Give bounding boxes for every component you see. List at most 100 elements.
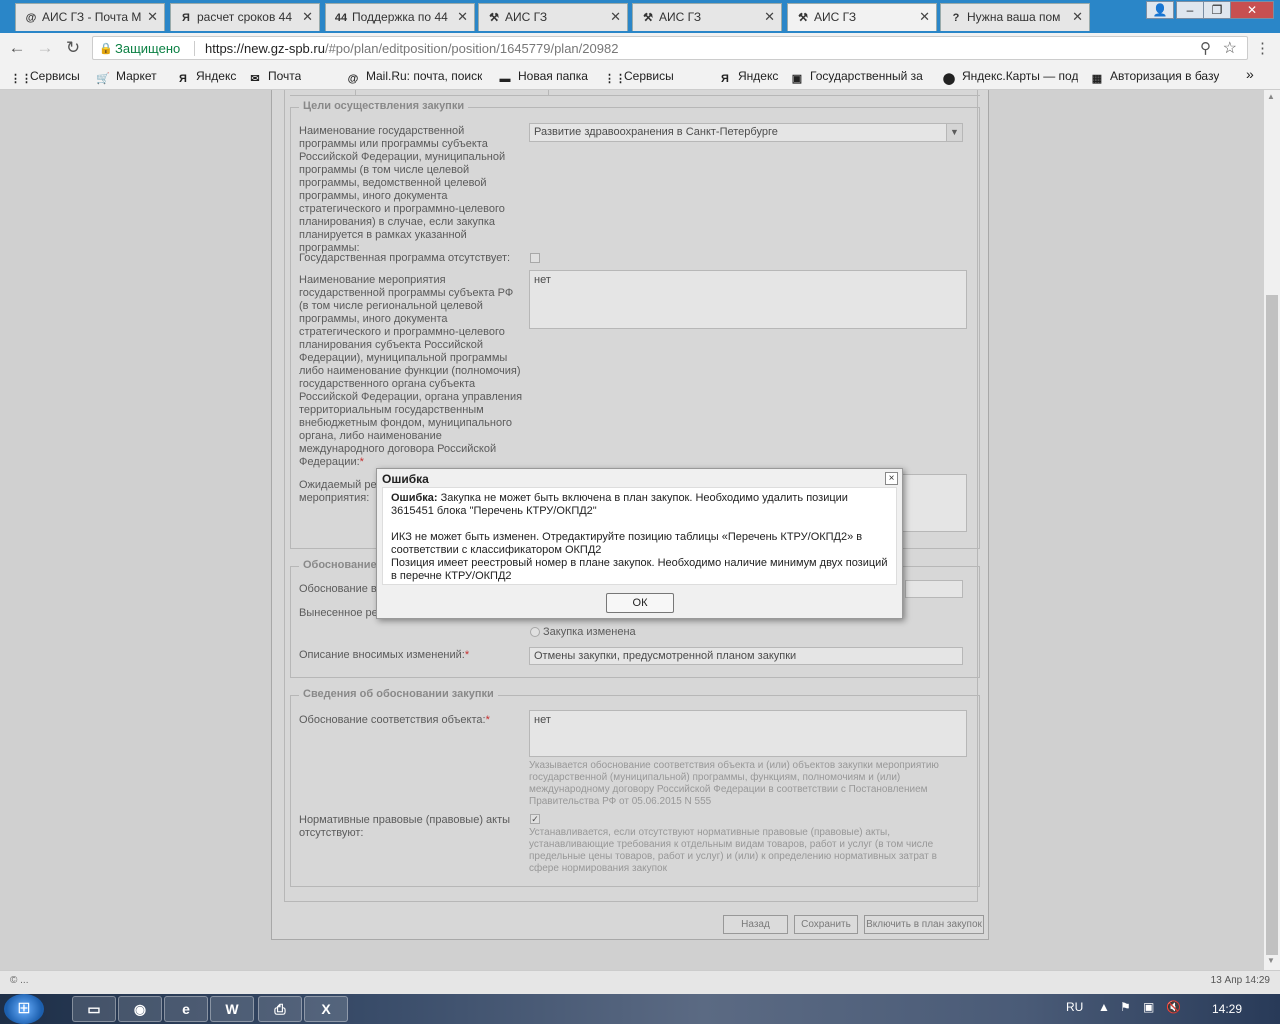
tab-label: АИС ГЗ xyxy=(814,10,857,24)
tab-label: АИС ГЗ xyxy=(505,10,548,24)
url-separator xyxy=(194,41,195,56)
user-icon[interactable]: 👤 xyxy=(1146,1,1174,19)
bookmark-item[interactable]: Я Яндекс xyxy=(718,69,778,86)
chrome-icon[interactable]: ◉ xyxy=(118,996,162,1022)
network-icon[interactable]: ▣ xyxy=(1143,1000,1154,1014)
status-left: © ... xyxy=(10,975,29,986)
bookmark-label: Сервисы xyxy=(624,69,674,83)
bookmark-item[interactable]: 🛒 Маркет xyxy=(96,69,157,86)
tab-close-icon[interactable]: ✕ xyxy=(302,4,313,30)
cart-icon: 🛒 xyxy=(96,73,110,85)
yandex-icon: Я xyxy=(182,12,190,24)
apps-icon: ⋮⋮ xyxy=(604,73,626,85)
browser-tab[interactable]: @ АИС ГЗ - Почта М ✕ xyxy=(15,3,165,31)
tab-close-icon[interactable]: ✕ xyxy=(457,4,468,30)
page-scrollbar[interactable]: ▲ ▼ xyxy=(1264,90,1280,970)
scroll-up-icon[interactable]: ▲ xyxy=(1267,92,1275,101)
map-pin-icon: ⬤ xyxy=(942,73,956,85)
bookmark-label: Яндекс xyxy=(738,69,779,83)
bookmark-item[interactable]: ▬ Новая папка xyxy=(498,69,588,86)
flag-icon: ▦ xyxy=(1091,73,1103,85)
bookmark-label: Яндекс.Карты — под xyxy=(962,69,1079,83)
tab-close-icon[interactable]: ✕ xyxy=(147,4,158,30)
url-field[interactable]: 🔒 Защищено https://new.gz-spb.ru/#po/pla… xyxy=(92,36,1248,60)
browser-tab[interactable]: ? Нужна ваша пом ✕ xyxy=(940,3,1090,31)
tab-close-icon[interactable]: ✕ xyxy=(610,4,621,30)
bookmark-item[interactable]: ✉ Почта xyxy=(248,69,301,86)
back-arrow-icon[interactable]: ← xyxy=(6,37,28,59)
browser-tab[interactable]: ⚒ АИС ГЗ ✕ xyxy=(787,3,937,31)
scrollbar-thumb[interactable] xyxy=(1266,295,1278,955)
yandex-icon: Я xyxy=(179,73,187,85)
scroll-down-icon[interactable]: ▼ xyxy=(1267,956,1275,965)
mailru-icon: @ xyxy=(347,73,359,85)
bookmark-star-icon[interactable]: ☆ xyxy=(1223,38,1237,58)
bookmark-item[interactable]: ▦ Авторизация в базу xyxy=(1090,69,1220,86)
start-button[interactable]: ⊞ xyxy=(4,994,44,1024)
apps-icon: ⋮⋮ xyxy=(10,73,32,85)
url-path: /#po/plan/editposition/position/1645779/… xyxy=(324,41,619,56)
dialog-message: Ошибка: Закупка не может быть включена в… xyxy=(382,487,897,585)
more-bookmarks-button[interactable]: » xyxy=(1246,66,1254,82)
word-icon[interactable]: W xyxy=(210,996,254,1022)
close-icon[interactable]: × xyxy=(885,472,898,485)
window-close-button[interactable]: ✕ xyxy=(1230,1,1274,19)
ok-button[interactable]: ОК xyxy=(606,593,674,613)
address-bar: ← → ↻ 🔒 Защищено https://new.gz-spb.ru/#… xyxy=(0,33,1280,63)
tab-close-icon[interactable]: ✕ xyxy=(1072,4,1083,30)
tab-close-icon[interactable]: ✕ xyxy=(919,4,930,30)
tab-label: АИС ГЗ xyxy=(659,10,702,24)
printer-icon[interactable]: ⎙ xyxy=(258,996,302,1022)
reload-icon[interactable]: ↻ xyxy=(62,37,84,59)
bookmark-item[interactable]: Я Яндекс xyxy=(176,69,236,86)
tray-arrow-icon[interactable]: ▲ xyxy=(1098,1000,1110,1014)
menu-icon[interactable]: ⋮ xyxy=(1255,39,1270,57)
browser-tab[interactable]: Ярасчет сроков 44 ✕ xyxy=(170,3,320,31)
browser-tab[interactable]: 44 Поддержка по 44 ✕ xyxy=(325,3,475,31)
gov-icon: ▣ xyxy=(791,73,803,85)
dialog-title: Ошибка xyxy=(382,472,429,486)
bookmark-label: Маркет xyxy=(116,69,157,83)
volume-icon[interactable]: 🔇 xyxy=(1166,1000,1181,1014)
bookmarks-bar: ⋮⋮Сервисы 🛒 Маркет Я Яндекс ✉ Почта @ Mail.Ru: п… xyxy=(0,63,1280,90)
tab-label: Нужна ваша пом xyxy=(967,10,1061,24)
ais-icon: ⚒ xyxy=(489,12,499,24)
windows-taskbar: ⊞ ▭ ◉ e W ⎙ X RU ▲ ⚑ ▣ 🔇 14:29 xyxy=(0,994,1280,1024)
ie-icon[interactable]: e xyxy=(164,996,208,1022)
restore-button[interactable]: ❐ xyxy=(1203,1,1231,19)
language-indicator[interactable]: RU xyxy=(1066,1000,1083,1014)
zoom-icon[interactable]: ⚲ xyxy=(1200,39,1211,57)
folder-icon: ▬ xyxy=(499,73,511,85)
browser-tab-strip: @ АИС ГЗ - Почта М ✕ Ярасчет сроков 44 ✕ 44 По… xyxy=(0,0,1280,33)
mail-icon: ✉ xyxy=(250,73,260,85)
url-text[interactable]: https://new.gz-spb.ru/#po/plan/editposit… xyxy=(205,41,618,56)
help-icon: ? xyxy=(952,12,960,24)
error-message-line1: Ошибка: Закупка не может быть включена в… xyxy=(391,492,888,518)
url-host: https://new.gz-spb.ru xyxy=(205,41,325,56)
bookmark-item[interactable]: ⋮⋮Сервисы xyxy=(604,69,674,86)
excel-icon[interactable]: X xyxy=(304,996,348,1022)
explorer-icon[interactable]: ▭ xyxy=(72,996,116,1022)
tab-label: расчет сроков 44 xyxy=(197,10,293,24)
clock[interactable]: 14:29 xyxy=(1212,1002,1242,1016)
bookmark-item[interactable]: ▣ Государственный за xyxy=(790,69,923,86)
bookmark-item[interactable]: @ Mail.Ru: почта, поиск xyxy=(346,69,483,86)
bookmark-label: Авторизация в базу xyxy=(1110,69,1220,83)
bookmark-item[interactable]: ⋮⋮Сервисы xyxy=(10,69,80,86)
forward-arrow-icon[interactable]: → xyxy=(34,37,56,59)
minimize-button[interactable]: – xyxy=(1176,1,1204,19)
status-bar: © ... 13 Апр 14:29 xyxy=(0,970,1280,994)
bookmark-label: Государственный за xyxy=(810,69,923,83)
yandex-icon: Я xyxy=(721,73,729,85)
secure-label: Защищено xyxy=(115,41,181,56)
browser-tab[interactable]: ⚒ АИС ГЗ ✕ xyxy=(478,3,628,31)
bookmark-label: Почта xyxy=(268,69,302,83)
browser-tab[interactable]: ⚒ АИС ГЗ ✕ xyxy=(632,3,782,31)
flag-tray-icon[interactable]: ⚑ xyxy=(1120,1000,1131,1014)
bookmark-item[interactable]: ⬤ Яндекс.Карты — под xyxy=(942,69,1079,86)
tab-close-icon[interactable]: ✕ xyxy=(764,4,775,30)
status-date: 13 Апр 14:29 xyxy=(1210,975,1270,986)
page-content: Цели осуществления закупки Наименование … xyxy=(0,90,1264,970)
tab-label: Поддержка по 44 xyxy=(352,10,448,24)
